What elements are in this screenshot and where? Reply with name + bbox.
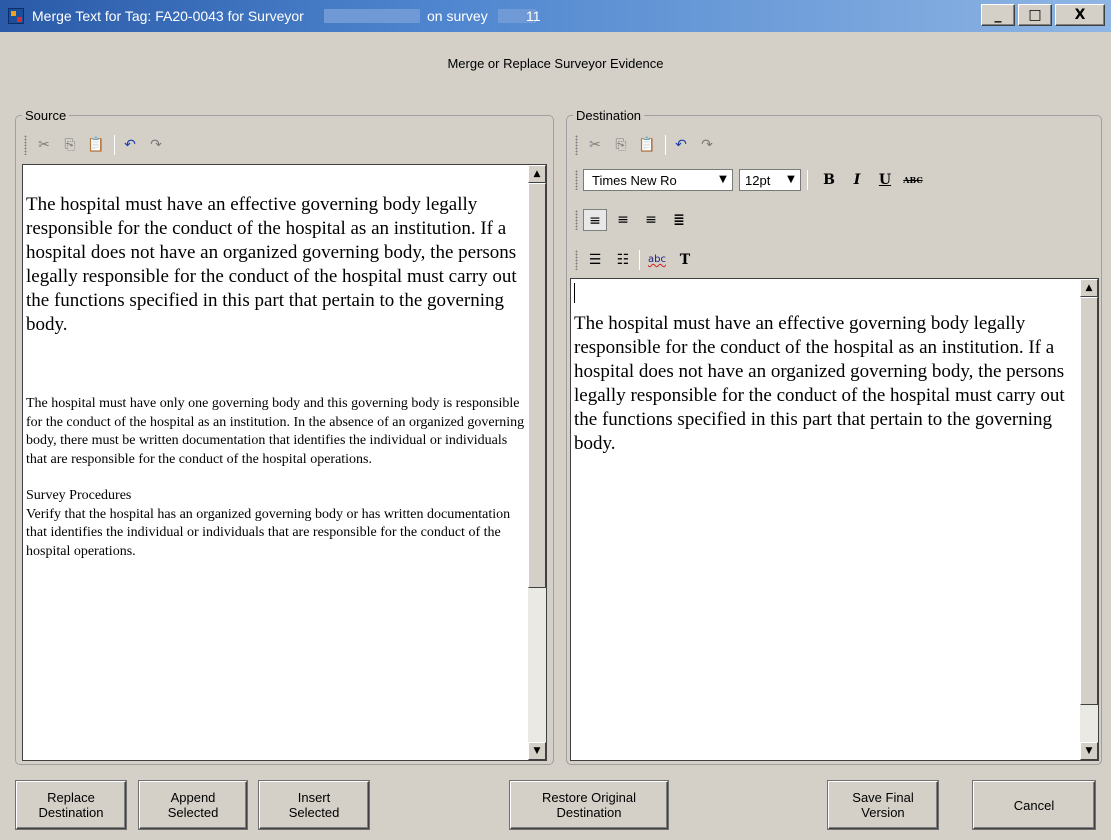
source-scrollbar[interactable]: ▲ ▼ <box>528 165 546 760</box>
toolbar-separator <box>807 170 808 190</box>
toolbar-grip[interactable] <box>575 210 578 230</box>
align-center-icon[interactable]: ≡ <box>611 209 635 231</box>
align-left-icon[interactable]: ≡ <box>583 209 607 231</box>
window-title: Merge Text for Tag: FA20-0043 for Survey… <box>32 8 304 24</box>
save-final-version-button[interactable]: Save Final Version <box>828 781 938 829</box>
replace-destination-button[interactable]: Replace Destination <box>16 781 126 829</box>
source-procedures-text: Verify that the hospital has an organize… <box>26 506 511 559</box>
scroll-down-arrow-icon[interactable]: ▼ <box>528 742 546 760</box>
destination-paragraph-1: The hospital must have an effective gove… <box>574 313 1065 454</box>
paste-icon[interactable]: 📋 <box>637 136 657 154</box>
alignment-toolbar: ≡ ≡ ≡ ≣ <box>575 206 775 234</box>
source-text-editor[interactable]: The hospital must have an effective gove… <box>22 164 547 761</box>
redacted-surveyor-name <box>324 9 420 23</box>
window-title-survey-id: 11 <box>526 8 541 24</box>
toolbar-grip[interactable] <box>575 170 578 190</box>
strikethrough-button[interactable]: ABC <box>901 169 925 191</box>
text-format-icon[interactable]: T <box>673 249 697 271</box>
font-size-select[interactable]: 12pt ▼ <box>739 169 801 191</box>
bullet-list-icon[interactable]: ☰ <box>583 249 607 271</box>
font-toolbar: Times New Ro ▼ 12pt ▼ B I U ABC <box>575 166 975 194</box>
copy-icon[interactable]: ⎘ <box>611 136 631 154</box>
source-paragraph-2: The hospital must have only one governin… <box>26 396 525 467</box>
title-bar: Merge Text for Tag: FA20-0043 for Survey… <box>0 0 1111 32</box>
font-name-select[interactable]: Times New Ro ▼ <box>583 169 733 191</box>
restore-original-destination-button[interactable]: Restore Original Destination <box>510 781 668 829</box>
redo-icon[interactable]: ↷ <box>697 136 717 154</box>
destination-edit-toolbar: ✂ ⎘ 📋 ↶ ↷ <box>575 131 875 159</box>
maximize-button[interactable]: □ <box>1018 4 1052 26</box>
source-group: Source ✂ ⎘ 📋 ↶ ↷ The hospital must have … <box>15 108 554 765</box>
destination-group: Destination ✂ ⎘ 📋 ↶ ↷ Times New Ro ▼ 12p… <box>566 108 1102 765</box>
align-justify-icon[interactable]: ≣ <box>667 209 691 231</box>
toolbar-grip[interactable] <box>24 135 27 155</box>
underline-button[interactable]: U <box>873 169 897 191</box>
page-heading: Merge or Replace Surveyor Evidence <box>447 56 664 71</box>
destination-label: Destination <box>573 108 645 123</box>
toolbar-grip[interactable] <box>575 250 578 270</box>
scissors-icon[interactable]: ✂ <box>585 136 605 154</box>
dropdown-arrow-icon[interactable]: ▼ <box>783 171 799 189</box>
list-toolbar: ☰ ☷ abc T <box>575 246 775 274</box>
minimize-button[interactable]: _ <box>981 4 1015 26</box>
scissors-icon[interactable]: ✂ <box>34 136 54 154</box>
append-selected-button[interactable]: Append Selected <box>139 781 247 829</box>
bold-button[interactable]: B <box>817 169 841 191</box>
source-paragraph-1: The hospital must have an effective gove… <box>26 194 517 335</box>
toolbar-grip[interactable] <box>575 135 578 155</box>
undo-icon[interactable]: ↶ <box>120 136 140 154</box>
source-toolbar: ✂ ⎘ 📋 ↶ ↷ <box>24 131 324 159</box>
font-size-value: 12pt <box>745 173 771 188</box>
scroll-up-arrow-icon[interactable]: ▲ <box>528 165 546 183</box>
spellcheck-icon[interactable]: abc <box>645 249 669 271</box>
insert-selected-button[interactable]: Insert Selected <box>259 781 369 829</box>
font-name-value: Times New Ro <box>592 173 677 188</box>
source-procedures-title: Survey Procedures <box>26 488 132 503</box>
undo-icon[interactable]: ↶ <box>671 136 691 154</box>
italic-button[interactable]: I <box>845 169 869 191</box>
paste-icon[interactable]: 📋 <box>86 136 106 154</box>
align-right-icon[interactable]: ≡ <box>639 209 663 231</box>
toolbar-separator <box>114 135 115 155</box>
destination-text-editor[interactable]: The hospital must have an effective gove… <box>570 278 1099 761</box>
source-label: Source <box>22 108 70 123</box>
scroll-thumb[interactable] <box>1080 297 1098 705</box>
scroll-down-arrow-icon[interactable]: ▼ <box>1080 742 1098 760</box>
destination-scrollbar[interactable]: ▲ ▼ <box>1080 279 1098 760</box>
app-icon <box>8 8 24 24</box>
redo-icon[interactable]: ↷ <box>146 136 166 154</box>
scroll-thumb[interactable] <box>528 183 546 588</box>
toolbar-separator <box>639 250 640 270</box>
cancel-button[interactable]: Cancel <box>973 781 1095 829</box>
toolbar-separator <box>665 135 666 155</box>
dropdown-arrow-icon[interactable]: ▼ <box>715 171 731 189</box>
window-title-survey: on survey <box>427 8 488 24</box>
numbered-list-icon[interactable]: ☷ <box>611 249 635 271</box>
scroll-up-arrow-icon[interactable]: ▲ <box>1080 279 1098 297</box>
close-button[interactable]: X <box>1055 4 1105 26</box>
copy-icon[interactable]: ⎘ <box>60 136 80 154</box>
